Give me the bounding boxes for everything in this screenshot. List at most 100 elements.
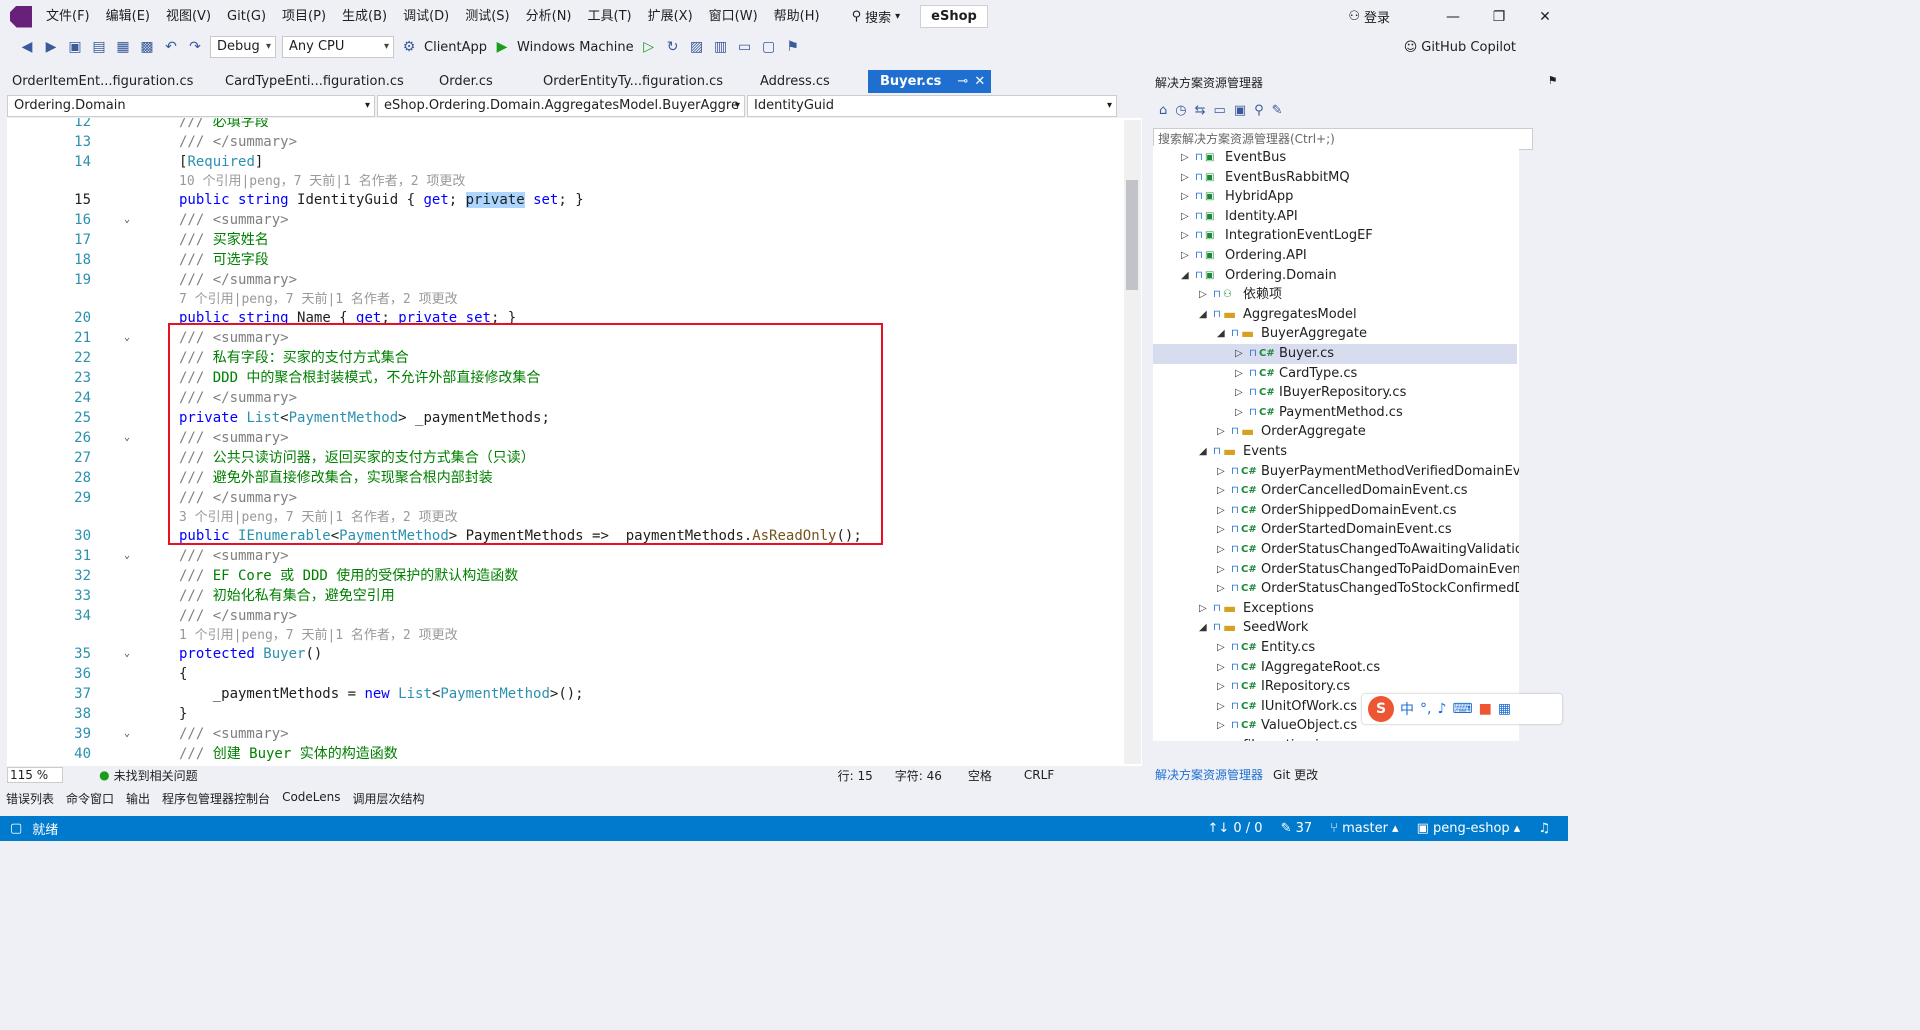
- expanded-arrow-icon[interactable]: ◢: [1199, 442, 1207, 462]
- search-box[interactable]: ⚲ 搜索 ▾: [844, 7, 909, 26]
- menu-item[interactable]: 测试(S): [457, 0, 517, 33]
- screen-icon[interactable]: ▢: [760, 39, 778, 55]
- sync-status[interactable]: ↑↓ 0 / 0: [1207, 821, 1262, 836]
- solution-tree-item[interactable]: ▷ ⊓ ▣ IntegrationEventLogEF: [1153, 226, 1517, 246]
- member-dropdown[interactable]: IdentityGuid: [747, 95, 1117, 117]
- history-icon[interactable]: ◷: [1175, 103, 1186, 118]
- solution-tree-item[interactable]: ▷ ⊓ C# OrderStartedDomainEvent.cs: [1153, 520, 1517, 540]
- mic-icon[interactable]: ♪: [1437, 701, 1446, 717]
- repo-selector[interactable]: ▣ peng-eshop ▴: [1417, 821, 1521, 836]
- pin-icon[interactable]: ⊸: [953, 70, 973, 93]
- maximize-button[interactable]: ❐: [1476, 9, 1522, 25]
- document-tab[interactable]: Buyer.cs: [868, 70, 954, 93]
- layout-icon[interactable]: ▥: [712, 39, 730, 55]
- menu-item[interactable]: 文件(F): [38, 0, 98, 33]
- collapsed-arrow-icon[interactable]: ▷: [1199, 285, 1207, 305]
- issues-label[interactable]: 未找到相关问题: [114, 767, 198, 784]
- properties-icon[interactable]: ✎: [1272, 103, 1283, 118]
- fold-chevron-icon[interactable]: ⌄: [124, 210, 130, 230]
- collapsed-arrow-icon[interactable]: ▷: [1217, 501, 1225, 521]
- save-icon[interactable]: ▦: [114, 39, 132, 55]
- menu-item[interactable]: Git(G): [219, 0, 274, 33]
- codelens-info[interactable]: 10 个引用|peng，7 天前|1 名作者，2 项更改: [179, 173, 465, 191]
- solution-tree-item[interactable]: ▷ ⊓ ▣ Ordering.API: [1153, 246, 1517, 266]
- fold-chevron-icon[interactable]: ⌄: [124, 644, 130, 664]
- solution-tree-item[interactable]: ◢ ⊓ ▬ BuyerAggregate: [1153, 324, 1517, 344]
- menu-item[interactable]: 编辑(E): [98, 0, 158, 33]
- collapsed-arrow-icon[interactable]: ▷: [1235, 403, 1243, 423]
- forward-icon[interactable]: ▶: [42, 39, 60, 55]
- collapsed-arrow-icon[interactable]: ▷: [1217, 677, 1225, 697]
- new-project-icon[interactable]: ▣: [66, 39, 84, 55]
- configuration-select[interactable]: Debug: [210, 36, 276, 58]
- code-editor[interactable]: 12 /// 必填字段 13 /// </summary> 14 [Required] 10…: [7, 118, 1142, 766]
- indent-indicator[interactable]: 空格: [968, 767, 992, 784]
- document-tab[interactable]: OrderItemEnt...figuration.cs: [0, 70, 213, 93]
- solution-tree-item[interactable]: ▷ ⊓ C# Buyer.cs: [1153, 344, 1517, 364]
- expanded-arrow-icon[interactable]: ◢: [1199, 305, 1207, 325]
- zoom-select[interactable]: 115 %: [7, 767, 64, 783]
- tool-window-tab[interactable]: 程序包管理器控制台: [162, 790, 270, 810]
- collapsed-arrow-icon[interactable]: ▷: [1199, 599, 1207, 619]
- gear-icon[interactable]: ⚙: [400, 39, 418, 55]
- close-tab-icon[interactable]: ✕: [972, 70, 992, 93]
- minimize-button[interactable]: —: [1430, 9, 1476, 25]
- collapsed-arrow-icon[interactable]: ▷: [1217, 520, 1225, 540]
- collapsed-arrow-icon[interactable]: ▷: [1181, 187, 1189, 207]
- expanded-arrow-icon[interactable]: ◢: [1217, 324, 1225, 344]
- scrollbar-thumb[interactable]: [1126, 180, 1138, 290]
- tool-window-tab[interactable]: 命令窗口: [66, 790, 114, 810]
- fold-chevron-icon[interactable]: ⌄: [124, 546, 130, 566]
- solution-tree-item[interactable]: ▷ ⊓ C# IAggregateRoot.cs: [1153, 658, 1517, 678]
- apps-icon[interactable]: ▦: [1498, 701, 1511, 717]
- editor-vertical-scrollbar[interactable]: [1124, 120, 1141, 764]
- solution-tree-item[interactable]: ▷ ⊓ C# Entity.cs: [1153, 638, 1517, 658]
- type-dropdown[interactable]: eShop.Ordering.Domain.AggregatesModel.Bu…: [377, 95, 745, 117]
- solution-tree-item[interactable]: ▷ ⊓ C# OrderStatusChangedToStockConfirmedDo…: [1153, 579, 1519, 599]
- solution-tree-item[interactable]: ▷ ⊓ C# IBuyerRepository.cs: [1153, 383, 1517, 403]
- collapsed-arrow-icon[interactable]: ▷: [1217, 462, 1225, 482]
- menu-item[interactable]: 分析(N): [518, 0, 580, 33]
- device-icon[interactable]: ▭: [736, 39, 754, 55]
- bookmark-icon[interactable]: ⚑: [784, 39, 802, 55]
- notifications-icon[interactable]: ⚑: [1546, 74, 1559, 87]
- tool-window-tab[interactable]: 输出: [126, 790, 150, 810]
- document-tab[interactable]: Address.cs: [748, 70, 868, 93]
- char-indicator[interactable]: 字符: 46: [895, 767, 942, 784]
- collapsed-arrow-icon[interactable]: ▷: [1181, 226, 1189, 246]
- menu-item[interactable]: 工具(T): [580, 0, 640, 33]
- solution-icon[interactable]: ▨: [688, 39, 706, 55]
- tab-git-changes[interactable]: Git 更改: [1273, 766, 1318, 784]
- hot-reload-icon[interactable]: ↻: [664, 39, 682, 55]
- menu-item[interactable]: 项目(P): [274, 0, 334, 33]
- startup-project-select[interactable]: ClientApp: [424, 40, 487, 55]
- save-all-icon[interactable]: ▩: [138, 39, 156, 55]
- run-icon[interactable]: ▶: [493, 39, 511, 55]
- collapsed-arrow-icon[interactable]: ▷: [1235, 344, 1243, 364]
- collapsed-arrow-icon[interactable]: ▷: [1181, 148, 1189, 168]
- collapsed-arrow-icon[interactable]: ▷: [1217, 697, 1225, 717]
- fold-chevron-icon[interactable]: ⌄: [124, 328, 130, 348]
- solution-tree-item[interactable]: ▷ ⊓ C# PaymentMethod.cs: [1153, 403, 1517, 423]
- solution-tree-item[interactable]: ▷ ⊓ ▣ HybridApp: [1153, 187, 1517, 207]
- solution-tree-item[interactable]: ▷ ⊓ ⚇ 依赖项: [1153, 285, 1517, 305]
- pending-changes[interactable]: ✎ 37: [1281, 821, 1313, 836]
- github-copilot-button[interactable]: ☺ GitHub Copilot: [1404, 40, 1516, 55]
- punctuation-icon[interactable]: °,: [1420, 701, 1431, 717]
- collapsed-arrow-icon[interactable]: ▷: [1217, 658, 1225, 678]
- menu-item[interactable]: 帮助(H): [766, 0, 828, 33]
- menu-item[interactable]: 视图(V): [158, 0, 219, 33]
- solution-tree-item[interactable]: ▷ ⊓ ▬ OrderAggregate: [1153, 422, 1517, 442]
- collapsed-arrow-icon[interactable]: ▷: [1181, 168, 1189, 188]
- collapsed-arrow-icon[interactable]: ▷: [1181, 207, 1189, 227]
- document-tab[interactable]: Order.cs: [427, 70, 531, 93]
- view-icon[interactable]: ▣: [1234, 103, 1246, 118]
- solution-tree-item[interactable]: ▷ ⊓ C# OrderCancelledDomainEvent.cs: [1153, 481, 1517, 501]
- redo-icon[interactable]: ↷: [186, 39, 204, 55]
- solution-tree-item[interactable]: ◢ ⊓ ▬ Events: [1153, 442, 1517, 462]
- collapsed-arrow-icon[interactable]: ▷: [1217, 638, 1225, 658]
- eol-indicator[interactable]: CRLF: [1024, 768, 1054, 782]
- project-dropdown[interactable]: Ordering.Domain: [7, 95, 375, 117]
- collapsed-arrow-icon[interactable]: ▷: [1235, 364, 1243, 384]
- collapsed-arrow-icon[interactable]: ▷: [1181, 246, 1189, 266]
